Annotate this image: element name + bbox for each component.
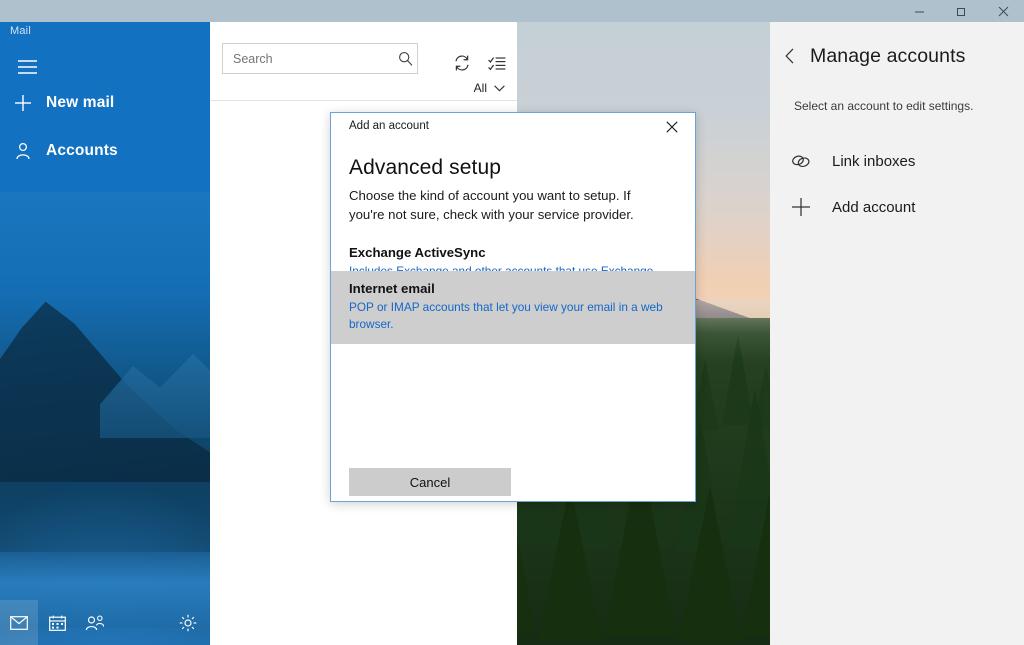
sidebar-item-accounts[interactable]: Accounts <box>0 129 210 173</box>
account-type-option-internet-email[interactable]: Internet email POP or IMAP accounts that… <box>331 271 695 344</box>
manage-accounts-pane: Manage accounts Select an account to edi… <box>770 22 1024 645</box>
filter-label: All <box>473 81 487 95</box>
people-icon[interactable] <box>76 600 114 645</box>
mail-left-navigation: Mail New mail Accounts <box>0 22 210 645</box>
plus-icon <box>770 197 832 217</box>
mail-icon[interactable] <box>0 600 38 645</box>
dialog-titlebar: Add an account <box>331 113 695 140</box>
search-box[interactable] <box>222 43 418 74</box>
chevron-down-icon <box>494 79 505 97</box>
sync-refresh-icon[interactable] <box>450 52 474 74</box>
accounts-item-label: Add account <box>832 198 916 216</box>
filter-all-dropdown[interactable]: All <box>474 79 505 97</box>
option-description: POP or IMAP accounts that let you view y… <box>349 300 663 331</box>
hamburger-menu-icon[interactable] <box>8 52 46 82</box>
accounts-item-label: Link inboxes <box>832 152 916 170</box>
close-button[interactable] <box>982 0 1024 22</box>
add-account-dialog: Add an account Advanced setup Choose the… <box>330 112 696 502</box>
select-mode-icon[interactable] <box>485 52 509 74</box>
manage-accounts-subtitle: Select an account to edit settings. <box>794 99 974 113</box>
list-divider <box>210 100 517 101</box>
dialog-description: Choose the kind of account you want to s… <box>349 188 634 222</box>
sidebar-item-label: New mail <box>46 94 115 111</box>
manage-accounts-header: Manage accounts <box>770 38 1024 74</box>
cancel-button[interactable]: Cancel <box>349 468 511 496</box>
add-account-item[interactable]: Add account <box>770 185 1024 229</box>
sidebar-bottom-bar <box>0 600 210 645</box>
person-icon <box>0 142 46 160</box>
calendar-icon[interactable] <box>38 600 76 645</box>
plus-icon <box>0 94 46 112</box>
option-title: Exchange ActiveSync <box>349 245 486 260</box>
sidebar-item-new-mail[interactable]: New mail <box>0 81 210 125</box>
maximize-restore-button[interactable] <box>940 0 982 22</box>
close-icon[interactable] <box>653 113 691 140</box>
window-controls <box>898 0 1024 22</box>
sidebar-item-label: Accounts <box>46 142 118 159</box>
link-inboxes-item[interactable]: Link inboxes <box>770 139 1024 183</box>
app-title: Mail <box>10 25 31 37</box>
window-titlebar <box>0 0 1024 22</box>
search-toolbar <box>210 22 517 78</box>
page-title: Manage accounts <box>810 44 966 67</box>
link-inboxes-icon <box>770 152 832 170</box>
dialog-title: Add an account <box>349 120 429 132</box>
settings-gear-icon[interactable] <box>169 600 207 645</box>
chevron-left-icon[interactable] <box>770 48 810 64</box>
search-input[interactable] <box>223 51 394 66</box>
minimize-button[interactable] <box>898 0 940 22</box>
option-title: Internet email <box>349 281 435 296</box>
search-icon[interactable] <box>394 51 417 66</box>
dialog-heading: Advanced setup <box>349 156 502 179</box>
